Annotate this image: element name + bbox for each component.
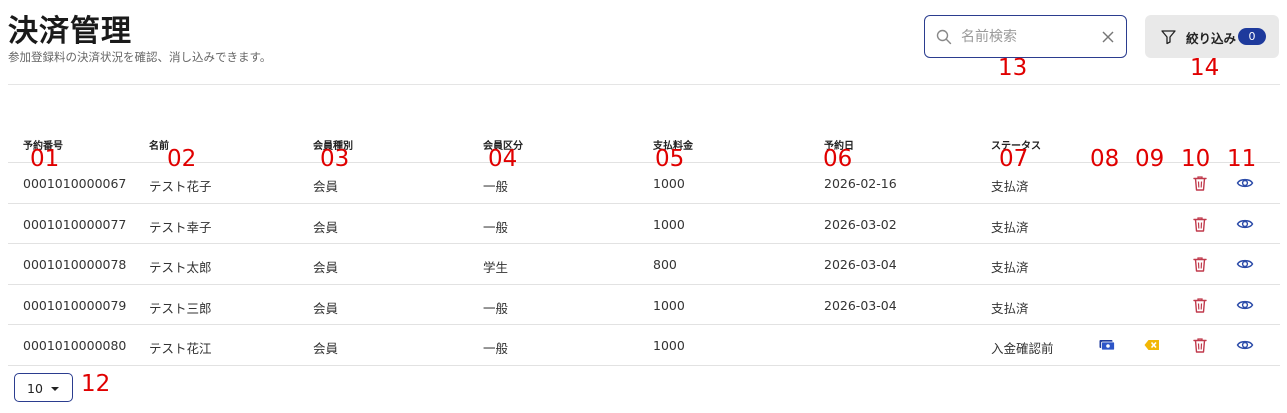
cell-reservation-no: 0001010000079 <box>23 297 127 313</box>
cell-member-category: 一般 <box>483 300 509 316</box>
cell-member-type: 会員 <box>313 260 339 275</box>
marker-label: 11 <box>1227 146 1257 172</box>
cell-reservation-no: 0001010000067 <box>23 176 127 191</box>
page-title: 決済管理 <box>8 14 132 49</box>
cell-reservation-date: 2026-02-16 <box>824 176 897 191</box>
trash-icon[interactable] <box>1191 255 1209 273</box>
cell-reservation-date: 2026-03-04 <box>824 257 897 272</box>
trash-icon[interactable] <box>1191 336 1209 354</box>
cell-fee: 800 <box>653 257 677 272</box>
funnel-icon <box>1161 30 1176 45</box>
marker-label: 02 <box>167 146 197 172</box>
cell-status: 支払済 <box>991 260 1029 275</box>
cell-fee: 1000 <box>653 297 685 313</box>
marker-label: 12 <box>81 371 111 397</box>
cell-reservation-no: 0001010000080 <box>23 338 127 353</box>
table-row[interactable]: 0001010000078 テスト太郎 会員 学生 800 2026-03-04 支払済 <box>8 244 1280 285</box>
cell-member-type: 会員 <box>313 179 339 194</box>
marker-label: 10 <box>1181 146 1211 172</box>
cell-name: テスト三郎 <box>149 300 212 316</box>
filter-label: 絞り込み <box>1186 31 1237 46</box>
eye-icon[interactable] <box>1236 336 1254 354</box>
header-divider <box>8 84 1280 85</box>
filter-button[interactable]: 絞り込み 0 <box>1145 15 1279 58</box>
search-icon <box>936 29 952 45</box>
name-search-input[interactable] <box>961 26 1101 48</box>
marker-label: 04 <box>488 146 518 172</box>
marker-label: 01 <box>30 146 60 172</box>
cell-member-category: 一般 <box>483 341 509 356</box>
cell-status: 支払済 <box>991 219 1029 235</box>
marker-label: 14 <box>1190 55 1220 81</box>
table-row[interactable]: 0001010000077 テスト幸子 会員 一般 1000 2026-03-02 支払済 <box>8 204 1280 244</box>
cell-name: テスト太郎 <box>149 260 212 275</box>
page-size-select[interactable]: 10 <box>14 373 73 402</box>
backspace-icon[interactable] <box>1143 336 1161 354</box>
marker-label: 05 <box>655 146 685 172</box>
marker-label: 08 <box>1090 146 1120 172</box>
trash-icon[interactable] <box>1191 174 1209 192</box>
cell-name: テスト幸子 <box>149 219 212 235</box>
marker-label: 07 <box>999 146 1029 172</box>
cell-fee: 1000 <box>653 216 685 232</box>
marker-label: 09 <box>1135 146 1165 172</box>
cell-member-category: 学生 <box>483 260 509 275</box>
eye-icon[interactable] <box>1236 174 1254 192</box>
eye-icon[interactable] <box>1236 215 1254 233</box>
cell-member-type: 会員 <box>313 300 339 316</box>
table-row[interactable]: 0001010000079 テスト三郎 会員 一般 1000 2026-03-04 支払済 <box>8 285 1280 325</box>
marker-label: 06 <box>823 146 853 172</box>
table-row[interactable]: 0001010000080 テスト花江 会員 一般 1000 入金確認前 <box>8 325 1280 366</box>
column-header-name[interactable]: 名前 <box>149 137 169 152</box>
eye-icon[interactable] <box>1236 255 1254 273</box>
cell-member-category: 一般 <box>483 219 509 235</box>
cell-member-type: 会員 <box>313 219 339 235</box>
marker-label: 13 <box>998 55 1028 81</box>
name-search-box[interactable] <box>924 15 1127 58</box>
cell-status: 支払済 <box>991 300 1029 316</box>
cell-member-category: 一般 <box>483 179 509 194</box>
trash-icon[interactable] <box>1191 296 1209 314</box>
cell-status: 入金確認前 <box>991 341 1054 356</box>
cash-icon[interactable] <box>1098 336 1116 354</box>
cell-status: 支払済 <box>991 179 1029 194</box>
cell-reservation-date: 2026-03-04 <box>824 297 897 313</box>
cell-name: テスト花江 <box>149 341 212 356</box>
cell-member-type: 会員 <box>313 341 339 356</box>
table-body: 0001010000067 テスト花子 会員 一般 1000 2026-02-16 支払済 0… <box>8 163 1280 366</box>
page-size-value: 10 <box>27 381 43 396</box>
cell-fee: 1000 <box>653 176 685 191</box>
close-icon[interactable] <box>1101 30 1115 44</box>
page-subtitle: 参加登録料の決済状況を確認、消し込みできます。 <box>8 50 272 64</box>
trash-icon[interactable] <box>1191 215 1209 233</box>
caret-down-icon <box>51 387 59 391</box>
cell-fee: 1000 <box>653 338 685 353</box>
cell-reservation-no: 0001010000077 <box>23 216 127 232</box>
cell-name: テスト花子 <box>149 179 212 194</box>
cell-reservation-date: 2026-03-02 <box>824 216 897 232</box>
cell-reservation-no: 0001010000078 <box>23 257 127 272</box>
filter-count-badge: 0 <box>1238 28 1266 45</box>
marker-label: 03 <box>320 146 350 172</box>
eye-icon[interactable] <box>1236 296 1254 314</box>
